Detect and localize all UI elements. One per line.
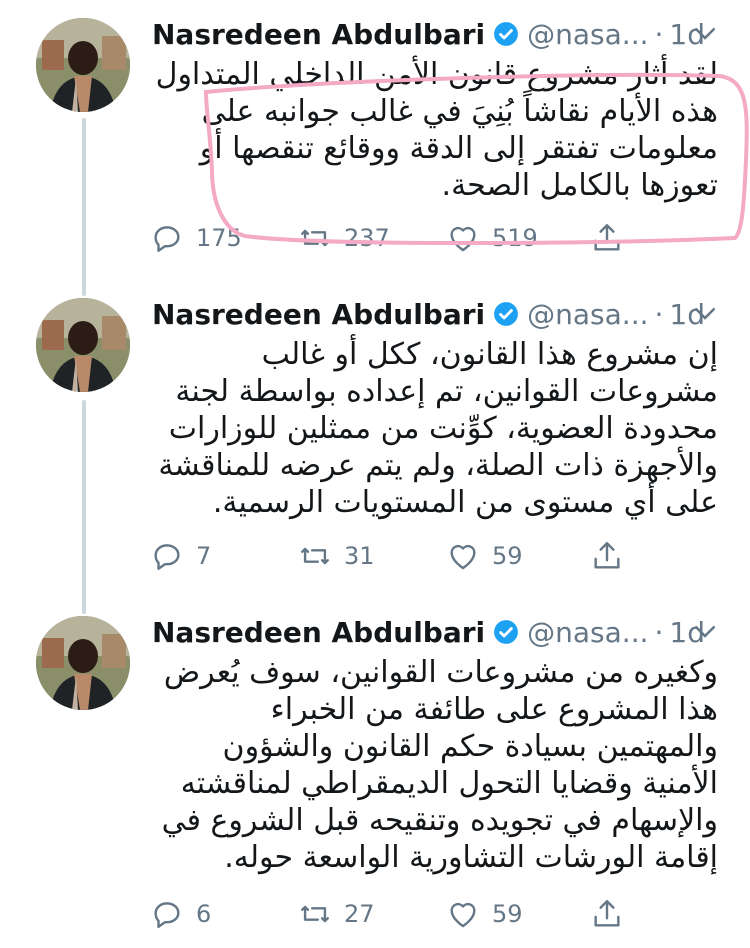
retweet-button[interactable]: 237 <box>298 218 390 258</box>
author-handle[interactable]: @nasa... <box>527 298 648 331</box>
reply-icon <box>154 544 180 570</box>
avatar[interactable] <box>36 298 130 392</box>
heart-icon <box>450 226 476 252</box>
reply-icon <box>154 902 180 928</box>
tweet-text: إن مشروع هذا القانون، ككل أو غالب مشروعا… <box>158 337 718 520</box>
author-handle[interactable]: @nasa... <box>527 616 648 649</box>
tweet-actions: 6 27 59 <box>150 894 650 934</box>
heart-icon <box>450 544 476 570</box>
like-count: 519 <box>492 224 538 252</box>
chevron-down-icon[interactable] <box>690 298 720 328</box>
share-icon <box>594 542 620 569</box>
share-icon <box>594 224 620 251</box>
avatar[interactable] <box>36 18 130 112</box>
tweet[interactable]: Nasredeen Abdulbari @nasa... · 1d إن مشر… <box>0 292 750 608</box>
reply-count: 6 <box>196 900 212 928</box>
avatar[interactable] <box>36 616 130 710</box>
share-button[interactable] <box>590 536 636 576</box>
retweet-count: 237 <box>344 224 390 252</box>
reply-count: 175 <box>196 224 242 252</box>
share-icon <box>594 900 620 927</box>
separator-dot: · <box>654 615 664 649</box>
retweet-button[interactable]: 27 <box>298 894 375 934</box>
like-count: 59 <box>492 900 523 928</box>
author-name[interactable]: Nasredeen Abdulbari <box>152 18 485 51</box>
reply-button[interactable]: 7 <box>150 536 211 576</box>
retweet-icon <box>301 229 329 247</box>
chevron-down-icon[interactable] <box>690 616 720 646</box>
share-button[interactable] <box>590 218 636 258</box>
tweet[interactable]: Nasredeen Abdulbari @nasa... · 1d لقد أث… <box>0 12 750 282</box>
retweet-count: 31 <box>344 542 375 570</box>
verified-badge-icon <box>493 301 519 327</box>
tweet-header: Nasredeen Abdulbari @nasa... · 1d <box>152 610 705 654</box>
tweet-actions: 175 237 519 <box>150 218 650 258</box>
reply-icon <box>154 226 180 252</box>
tweet-text: لقد أثار مشروع قانون الأمن الداخلي المتد… <box>155 57 718 203</box>
retweet-icon <box>301 547 329 565</box>
reply-count: 7 <box>196 542 212 570</box>
retweet-icon <box>301 905 329 923</box>
reply-button[interactable]: 6 <box>150 894 211 934</box>
like-button[interactable]: 59 <box>446 536 523 576</box>
like-count: 59 <box>492 542 523 570</box>
tweet-text: وكغيره من مشروعات القوانين، سوف يُعرض هذ… <box>161 655 718 875</box>
retweet-count: 27 <box>344 900 375 928</box>
verified-badge-icon <box>493 619 519 645</box>
like-button[interactable]: 59 <box>446 894 523 934</box>
tweet[interactable]: Nasredeen Abdulbari @nasa... · 1d وكغيره… <box>0 610 750 948</box>
share-button[interactable] <box>590 894 636 934</box>
author-handle[interactable]: @nasa... <box>527 18 648 51</box>
author-name[interactable]: Nasredeen Abdulbari <box>152 298 485 331</box>
heart-icon <box>450 902 476 928</box>
author-name[interactable]: Nasredeen Abdulbari <box>152 616 485 649</box>
tweet-header: Nasredeen Abdulbari @nasa... · 1d <box>152 292 705 336</box>
reply-button[interactable]: 175 <box>150 218 242 258</box>
like-button[interactable]: 519 <box>446 218 538 258</box>
tweet-header: Nasredeen Abdulbari @nasa... · 1d <box>152 12 705 56</box>
retweet-button[interactable]: 31 <box>298 536 375 576</box>
tweet-actions: 7 31 59 <box>150 536 650 576</box>
verified-badge-icon <box>493 21 519 47</box>
chevron-down-icon[interactable] <box>690 18 720 48</box>
separator-dot: · <box>654 17 664 51</box>
separator-dot: · <box>654 297 664 331</box>
